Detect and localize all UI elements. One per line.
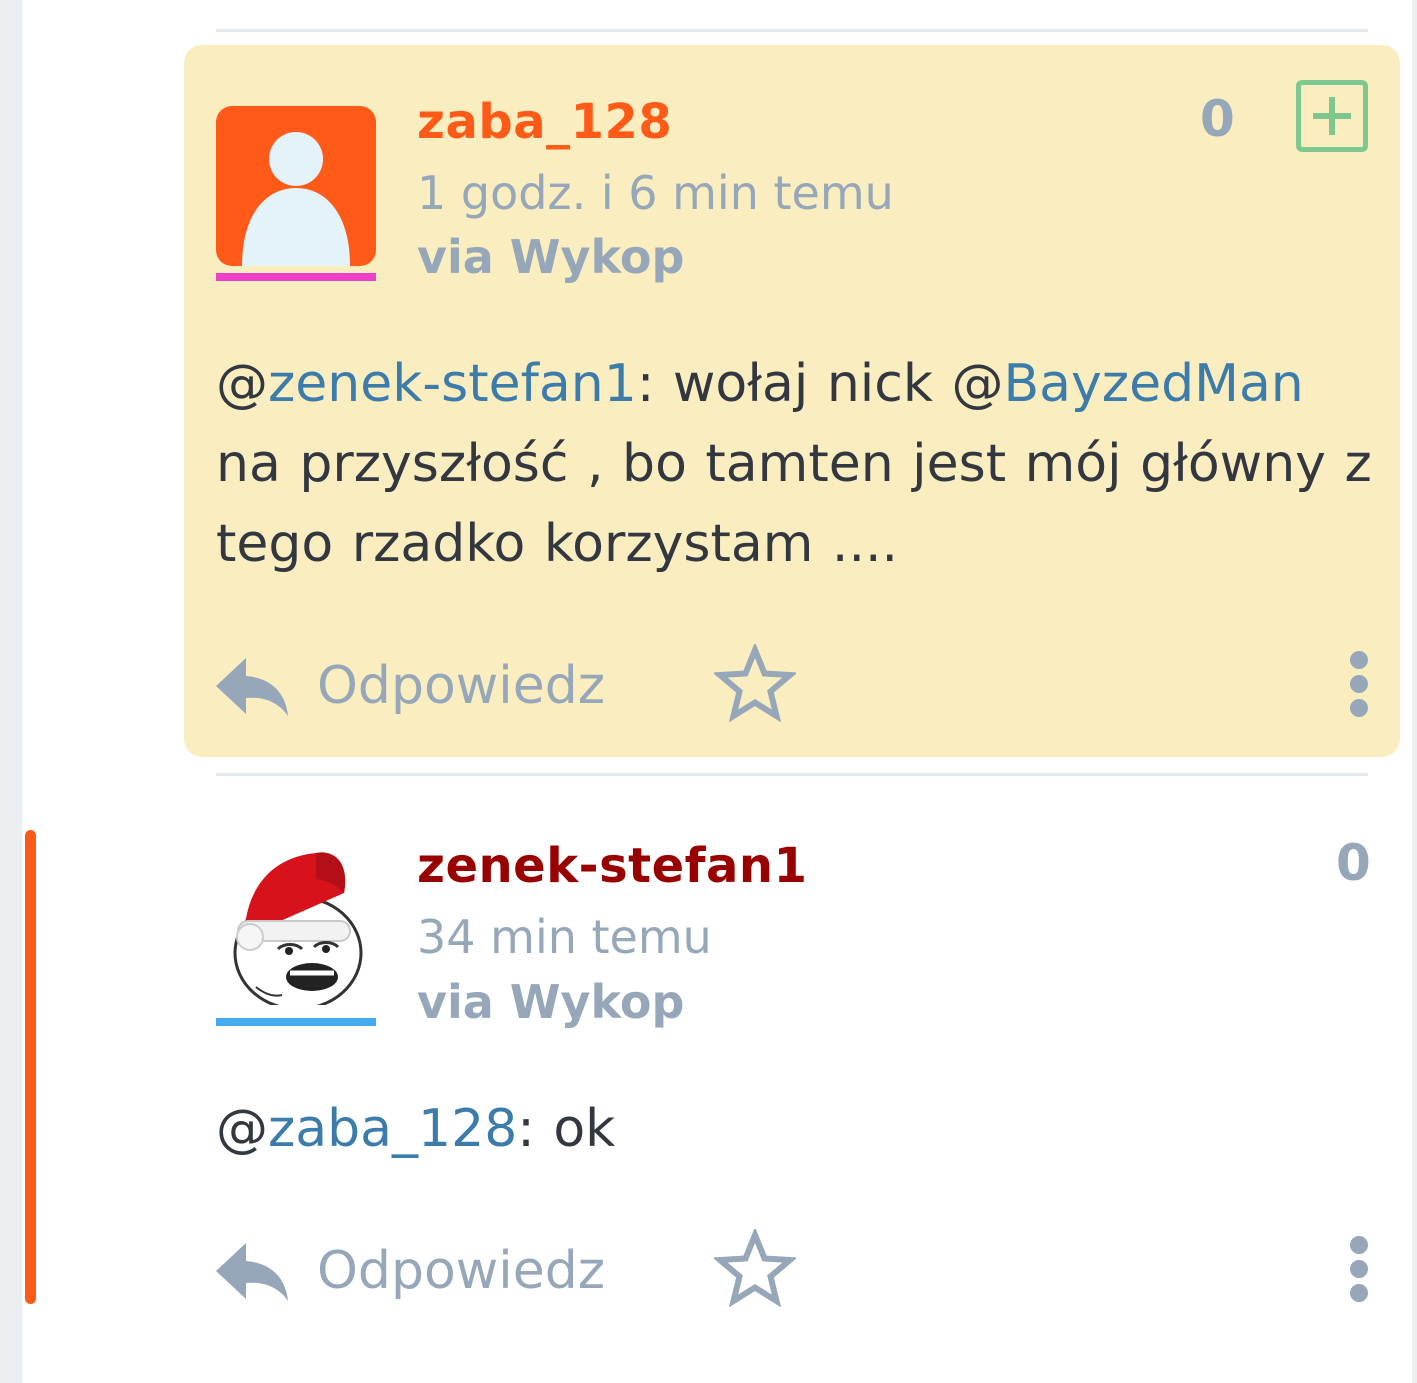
divider-top <box>216 29 1368 32</box>
star-icon[interactable] <box>714 644 796 722</box>
reply-icon <box>216 658 288 716</box>
reply-label[interactable]: Odpowiedz <box>317 1241 605 1301</box>
vote-count: 0 <box>1200 90 1235 148</box>
username[interactable]: zenek-stefan1 <box>417 838 807 894</box>
at-sign: @ <box>216 1099 268 1159</box>
username[interactable]: zaba_128 <box>417 94 672 150</box>
thread-line <box>25 830 36 1304</box>
avatar[interactable] <box>216 106 376 266</box>
default-user-avatar-icon <box>242 132 350 266</box>
via-source: via Wykop <box>417 230 685 284</box>
comment-text: : ok <box>517 1099 616 1159</box>
more-vertical-icon[interactable] <box>1346 651 1372 717</box>
reply-button[interactable] <box>216 1241 290 1303</box>
plus-button[interactable] <box>1296 80 1368 152</box>
avatar[interactable] <box>216 845 376 1005</box>
reply-icon <box>216 1243 288 1301</box>
comment-text: na przyszłość , bo tamten jest mój główn… <box>216 434 1372 574</box>
santa-hat-meme-face-icon <box>233 852 363 1005</box>
more-vertical-icon[interactable] <box>1346 1236 1372 1302</box>
reply-label[interactable]: Odpowiedz <box>317 656 605 716</box>
vote-count: 0 <box>1336 834 1371 892</box>
mention-link[interactable]: zenek-stefan1 <box>268 354 637 414</box>
gender-indicator <box>216 273 376 281</box>
left-rail <box>0 0 22 1383</box>
reply-button[interactable] <box>216 656 290 718</box>
mention-link[interactable]: BayzedMan <box>1003 354 1303 414</box>
timestamp[interactable]: 1 godz. i 6 min temu <box>417 166 894 220</box>
right-rail <box>1412 0 1417 1383</box>
divider-middle <box>216 773 1368 776</box>
comment-text: : wołaj nick @ <box>636 354 1004 414</box>
gender-indicator <box>216 1018 376 1026</box>
star-icon[interactable] <box>714 1229 796 1307</box>
timestamp[interactable]: 34 min temu <box>417 910 712 964</box>
comment-body: @zenek-stefan1: wołaj nick @BayzedMan na… <box>216 344 1376 584</box>
via-source: via Wykop <box>417 975 685 1029</box>
at-sign: @ <box>216 354 268 414</box>
comment-body: @zaba_128: ok <box>216 1089 1376 1169</box>
mention-link[interactable]: zaba_128 <box>268 1099 517 1159</box>
